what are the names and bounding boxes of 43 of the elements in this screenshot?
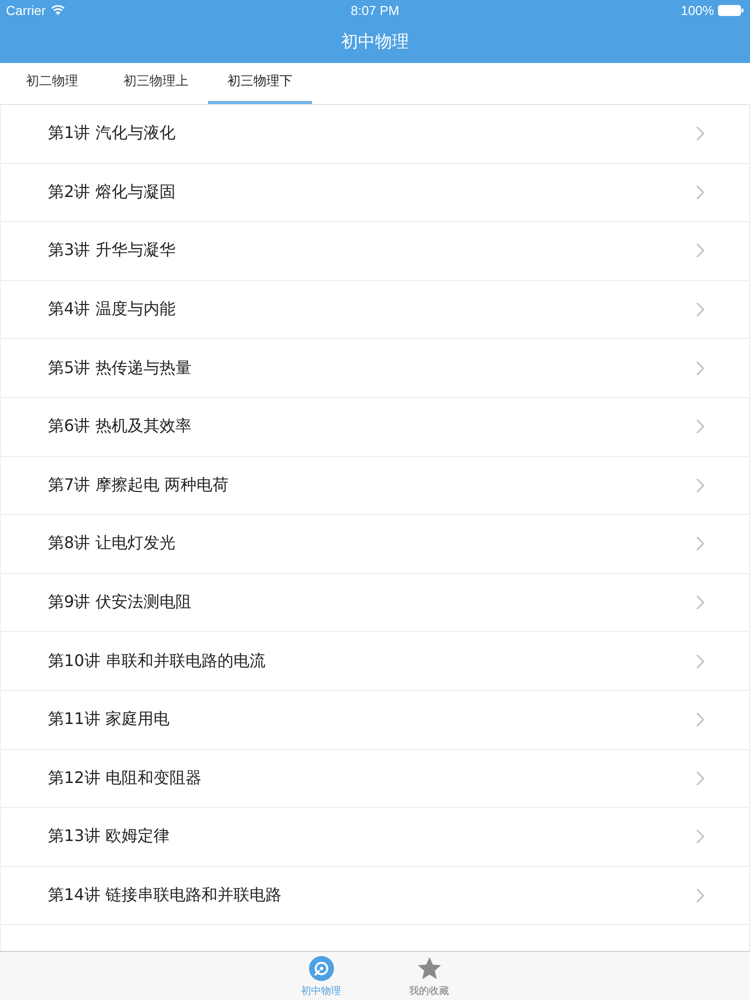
star-icon [416, 956, 442, 981]
chevron-icon [696, 126, 705, 142]
chevron-icon [696, 888, 705, 904]
lesson-title: 第2讲 熔化与凝固 [48, 182, 176, 203]
lesson-row[interactable]: 第12讲 电阻和变阻器 [1, 750, 749, 808]
lesson-row[interactable]: 第7讲 摩擦起电 两种电荷 [1, 456, 749, 516]
category-tab[interactable]: 初三物理上 [104, 63, 208, 104]
chevron-icon [696, 595, 705, 610]
chevron-icon [696, 712, 705, 728]
chevron-icon [696, 829, 705, 844]
battery-percent: 100% [680, 2, 714, 18]
lesson-title: 第8讲 让电灯发光 [48, 533, 176, 554]
lesson-title: 第11讲 家庭用电 [48, 709, 170, 730]
chevron-icon [696, 536, 705, 552]
lesson-title: 第6讲 热机及其效率 [48, 416, 192, 438]
chevron-icon [696, 770, 705, 786]
tab-bar-item[interactable]: 我的收藏 [399, 952, 459, 1000]
chevron-icon [696, 419, 705, 434]
lesson-title: 第9讲 伏安法测电阻 [48, 592, 192, 614]
category-tab[interactable]: 初二物理 [0, 63, 104, 104]
chevron-icon [696, 184, 705, 200]
chevron-icon [696, 654, 705, 669]
lesson-title: 第4讲 温度与内能 [48, 299, 176, 320]
carrier-label: Carrier [6, 2, 46, 18]
lesson-title: 第5讲 热传递与热量 [48, 358, 192, 379]
wifi-icon [50, 5, 65, 15]
status-time: 8:07 PM [350, 2, 400, 18]
battery-icon [718, 4, 744, 16]
lesson-title: 第13讲 欧姆定律 [48, 826, 170, 848]
chevron-icon [696, 302, 705, 318]
lesson-title: 第3讲 升华与凝华 [48, 240, 176, 262]
lesson-title: 第7讲 摩擦起电 两种电荷 [48, 474, 228, 496]
lesson-title: 第10讲 串联和并联电路的电流 [48, 650, 266, 672]
chevron-icon [696, 360, 705, 376]
lesson-title: 第14讲 链接串联电路和并联电路 [48, 885, 282, 906]
lesson-title: 第1讲 汽化与液化 [48, 123, 176, 144]
disc-icon [308, 956, 334, 981]
chevron-icon [696, 478, 705, 493]
lesson-row[interactable]: 第2讲 熔化与凝固 [1, 164, 749, 222]
nav-title: 初中物理 [341, 31, 409, 53]
lesson-title: 第12讲 电阻和变阻器 [48, 768, 202, 789]
chevron-icon [696, 243, 705, 258]
lesson-row[interactable]: 第14讲 链接串联电路和并联电路 [1, 866, 749, 926]
